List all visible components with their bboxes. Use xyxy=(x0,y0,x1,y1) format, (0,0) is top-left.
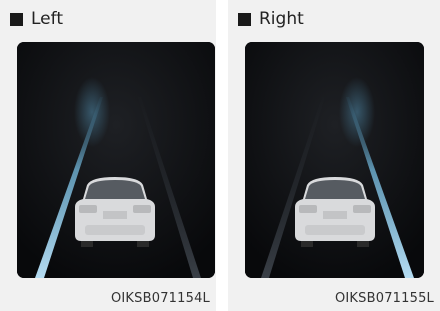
lane-glow-left xyxy=(74,77,110,147)
lane-warning-illustration xyxy=(245,42,424,278)
car-rear-illustration xyxy=(295,177,375,247)
panel-heading: Left xyxy=(10,8,63,30)
car-rear-illustration xyxy=(75,177,155,247)
image-code: OIKSB071154L xyxy=(110,291,210,306)
panel-heading: Right xyxy=(238,8,304,30)
square-bullet-icon xyxy=(238,12,251,26)
road-scene-graphic xyxy=(17,42,215,278)
image-code: OIKSB071155L xyxy=(334,291,434,306)
panel-label: Right xyxy=(259,9,304,29)
figure-panel-right: Right OIKSB071155L xyxy=(228,0,440,311)
square-bullet-icon xyxy=(10,12,23,26)
road-scene-graphic xyxy=(245,42,424,278)
lane-warning-illustration xyxy=(17,42,215,278)
figure-panel-left: Left OIKSB071154L xyxy=(0,0,216,311)
lane-glow-right xyxy=(339,77,375,147)
panel-label: Left xyxy=(31,9,63,29)
